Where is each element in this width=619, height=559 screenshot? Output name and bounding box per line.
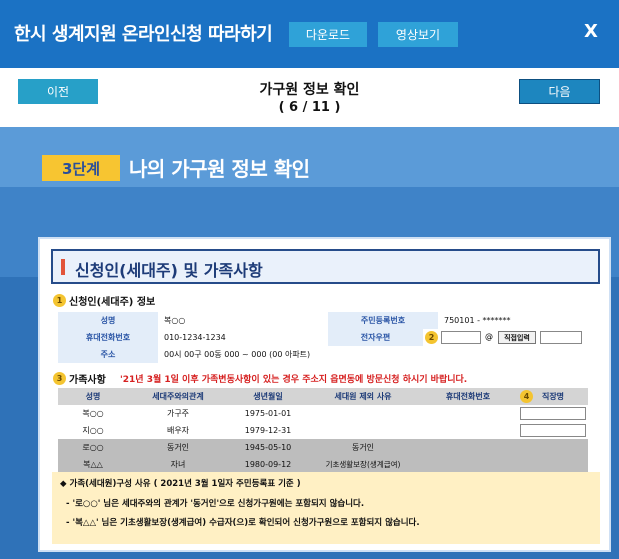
step-number-3: 3: [53, 372, 66, 385]
member-name: 지○○: [58, 422, 128, 439]
member-birth: 1945-05-10: [228, 439, 308, 456]
tutorial-stage: 3단계 나의 가구원 정보 확인 신청인(세대주) 및 가족사항 1 신청인(세…: [0, 127, 619, 559]
watch-video-button[interactable]: 영상보기: [378, 22, 458, 47]
table-row: 복○○ 가구주 1975-01-01: [58, 405, 588, 422]
form-panel: 신청인(세대주) 및 가족사항 1 신청인(세대주) 정보 성명 복○○ 주민등…: [38, 237, 611, 552]
family-table: 성명 세대주와의관계 생년월일 세대원 제외 사유 휴대전화번호 4 직장명 복…: [58, 388, 588, 473]
member-name: 복○○: [58, 405, 128, 422]
rrn-value: 750101 - *******: [438, 312, 588, 329]
email-id-input[interactable]: [441, 331, 481, 344]
step-number-4: 4: [520, 390, 533, 403]
job-cell: [518, 456, 588, 473]
member-reason: [308, 405, 418, 422]
at-sign: @: [485, 332, 493, 341]
member-reason: 동거인: [308, 439, 418, 456]
direct-input-button[interactable]: 직접입력: [498, 331, 536, 344]
email-label: 전자우편: [328, 329, 423, 346]
member-birth: 1980-09-12: [228, 456, 308, 473]
top-bar: 한시 생계지원 온라인신청 따라하기 다운로드 영상보기 X: [0, 0, 619, 68]
member-reason: 기초생활보장(생계급여): [308, 456, 418, 473]
step-badge: 3단계: [42, 155, 120, 181]
name-label: 성명: [58, 312, 158, 329]
close-icon[interactable]: X: [584, 21, 598, 42]
step-number-1: 1: [53, 294, 66, 307]
applicant-table: 성명 복○○ 주민등록번호 750101 - ******* 휴대전화번호 01…: [58, 312, 588, 363]
app-title: 한시 생계지원 온라인신청 따라하기: [14, 24, 273, 45]
address-value: 00시 00구 00동 000 ~ 000 (00 아파트): [158, 346, 588, 363]
member-birth: 1975-01-01: [228, 405, 308, 422]
member-name: 로○○: [58, 439, 128, 456]
mobile-value: 010-1234-1234: [158, 329, 328, 346]
email-cell: 2 @ 직접입력: [423, 329, 588, 346]
header-job: 4 직장명: [518, 388, 588, 405]
header-name: 성명: [58, 388, 128, 405]
member-relation: 배우자: [128, 422, 228, 439]
section-family: 3 가족사항: [53, 371, 106, 386]
table-row: 지○○ 배우자 1979-12-31: [58, 422, 588, 439]
job-cell: [518, 405, 588, 422]
download-button[interactable]: 다운로드: [289, 22, 367, 47]
family-warning-note: '21년 3월 1일 이후 가족변동사항이 있는 경우 주소지 읍면동에 방문신…: [120, 375, 468, 385]
note-line-1: - '로○○' 님은 세대주와의 관계가 '동거인'으로 신청가구원에는 포함되…: [66, 499, 365, 509]
table-row: 성명 복○○ 주민등록번호 750101 - *******: [58, 312, 588, 329]
header-birth: 생년월일: [228, 388, 308, 405]
member-reason: [308, 422, 418, 439]
member-name: 복△△: [58, 456, 128, 473]
table-row: 주소 00시 00구 00동 000 ~ 000 (00 아파트): [58, 346, 588, 363]
panel-header: 신청인(세대주) 및 가족사항: [51, 249, 600, 284]
name-value: 복○○: [158, 312, 328, 329]
header-reason: 세대원 제외 사유: [308, 388, 418, 405]
job-input[interactable]: [520, 424, 586, 437]
email-domain-input[interactable]: [540, 331, 582, 344]
rrn-label: 주민등록번호: [328, 312, 438, 329]
job-input[interactable]: [520, 407, 586, 420]
job-cell: [518, 422, 588, 439]
member-phone: [418, 422, 518, 439]
member-relation: 자녀: [128, 456, 228, 473]
table-row: 로○○ 동거인 1945-05-10 동거인: [58, 439, 588, 456]
section-family-label: 가족사항: [69, 375, 106, 386]
notes-heading: ◆ 가족(세대원)구성 사유 ( 2021년 3월 1일자 주민등록표 기준 ): [60, 479, 301, 489]
member-birth: 1979-12-31: [228, 422, 308, 439]
section-applicant-label: 신청인(세대주) 정보: [69, 297, 156, 308]
panel-title: 신청인(세대주) 및 가족사항: [75, 261, 263, 280]
table-row: 휴대전화번호 010-1234-1234 전자우편 2 @ 직접입력: [58, 329, 588, 346]
step-number-2: 2: [425, 331, 438, 344]
mobile-label: 휴대전화번호: [58, 329, 158, 346]
navigation-row: 이전 가구원 정보 확인 ( 6 / 11 ) 다음: [0, 68, 619, 127]
header-accent-bar: [61, 259, 65, 275]
member-phone: [418, 405, 518, 422]
member-relation: 동거인: [128, 439, 228, 456]
table-row: 복△△ 자녀 1980-09-12 기초생활보장(생계급여): [58, 456, 588, 473]
member-phone: [418, 439, 518, 456]
header-relation: 세대주와의관계: [128, 388, 228, 405]
job-cell: [518, 439, 588, 456]
header-phone: 휴대전화번호: [418, 388, 518, 405]
member-relation: 가구주: [128, 405, 228, 422]
next-button[interactable]: 다음: [519, 79, 600, 104]
notes-box: ◆ 가족(세대원)구성 사유 ( 2021년 3월 1일자 주민등록표 기준 )…: [52, 472, 600, 544]
member-phone: [418, 456, 518, 473]
address-label: 주소: [58, 346, 158, 363]
step-title: 나의 가구원 정보 확인: [129, 157, 310, 181]
table-header-row: 성명 세대주와의관계 생년월일 세대원 제외 사유 휴대전화번호 4 직장명: [58, 388, 588, 405]
header-job-label: 직장명: [541, 392, 565, 401]
section-applicant: 1 신청인(세대주) 정보: [53, 293, 155, 308]
note-line-2: - '복△△' 님은 기초생활보장(생계급여) 수급자(으)로 확인되어 신청가…: [66, 518, 420, 528]
